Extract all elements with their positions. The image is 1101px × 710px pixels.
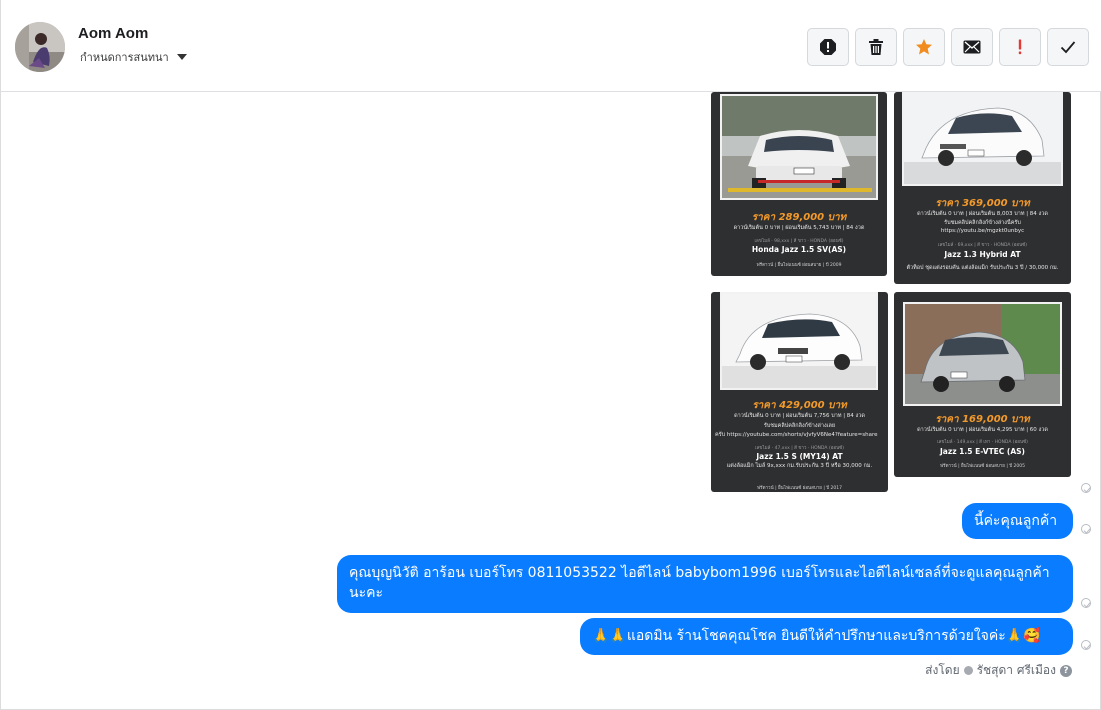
read-receipt-icon (1081, 598, 1091, 608)
car-footer: ฟรีดาวน์ | ยื่นไฟแนนซ์ ผ่อนสบาย | ปี 201… (756, 486, 843, 491)
car-photo (720, 292, 878, 390)
car-tags: เลขไมล์ · 98,xxx | สี ขาว · HONDA (ออนซ์… (754, 239, 844, 244)
read-receipt-icon (1081, 483, 1091, 493)
clip-link[interactable]: https://youtu.be/mgzkt0unbyc (898, 228, 1067, 234)
car-footer: ฟรีดาวน์ | ยื่นไฟแนนซ์ ผ่อนสบาย | ปี 200… (756, 263, 842, 268)
car-tags: เลขไมล์ · 47,xxx | สี ขาว · HONDA (ออนซ์… (754, 446, 844, 451)
alert-icon (820, 39, 836, 55)
car-model: Jazz 1.3 Hybrid AT (944, 250, 1021, 259)
mark-done-button[interactable] (1047, 28, 1089, 66)
car-model: Honda Jazz 1.5 SV(AS) (751, 245, 847, 254)
car-listing-card[interactable]: ราคา 369,000 บาท ดาวน์เริ่มต้น 0 บาท | ผ… (894, 92, 1071, 284)
car-price: ราคา 369,000 บาท (935, 198, 1030, 209)
clip-note: รับชมคลิปคลิกลิงก์ข้างล่างเลย (763, 423, 836, 429)
finance-terms: ดาวน์เริ่มต้น 0 บาท | ผ่อนเริ่มต้น 7,756… (734, 413, 865, 419)
message-text: นี้ค่ะคุณลูกค้า (974, 513, 1058, 529)
star-button[interactable] (903, 28, 945, 66)
mark-important-button[interactable] (999, 28, 1041, 66)
mark-spam-button[interactable] (807, 28, 849, 66)
trash-icon (869, 39, 883, 55)
car-footer: ฟรีดาวน์ | ยื่นไฟแนนซ์ ผ่อนสบาย | ปี 200… (939, 464, 1026, 469)
car-tags: เลขไมล์ · 69,xxx | สี ขาว · HONDA (ออนซ์… (937, 243, 1027, 248)
clip-note: รับชมคลิปคลิกลิงก์ข้างล่างนี้ครับ (944, 220, 1021, 226)
conversation-window: Aom Aom กำหนดการสนทนา ราคา 289,000 บาท ด… (0, 0, 1101, 710)
car-note: ตัวท็อป ชุดแต่งรอบคัน แต่งล้อแม็ก รับประ… (906, 265, 1059, 271)
sent-by-info: ส่งโดย รัชสุดา ศรีเมือง ? (925, 661, 1072, 680)
contact-name: Aom Aom (78, 25, 149, 42)
message-text: 🙏🙏แอดมิน ร้านโชคคุณโชค ยินดีให้คำปรึกษาแ… (592, 628, 1041, 644)
car-photo (903, 302, 1062, 406)
envelope-icon (963, 40, 981, 54)
car-tags: เลขไมล์ · 149,xxx | สี เทา · HONDA (ออนซ… (937, 440, 1028, 445)
sent-by-label: ส่งโดย (925, 663, 960, 677)
message-bubble[interactable]: 🙏🙏แอดมิน ร้านโชคคุณโชค ยินดีให้คำปรึกษาแ… (580, 618, 1073, 655)
car-note: แต่งล้อแม็ก ไมล์ 9x,xxx กม.รับประกัน 3 ป… (726, 463, 873, 469)
message-thread: ราคา 289,000 บาท ดาวน์เริ่มต้น 0 บาท | ผ… (1, 92, 1101, 710)
conversation-status-label: กำหนดการสนทนา (80, 51, 169, 64)
car-model: Jazz 1.5 E-VTEC (AS) (939, 447, 1025, 456)
car-photo (720, 94, 878, 200)
car-price: ราคา 289,000 บาท (751, 212, 847, 223)
check-icon (1060, 41, 1076, 54)
avatar[interactable] (15, 22, 65, 72)
delete-button[interactable] (855, 28, 897, 66)
message-bubble[interactable]: คุณบุญนิวัติ อาร้อน เบอร์โทร 0811053522 … (337, 555, 1073, 613)
exclamation-icon (1018, 39, 1022, 55)
conversation-header: Aom Aom กำหนดการสนทนา (1, 0, 1101, 92)
car-price: ราคา 429,000 บาท (752, 400, 847, 411)
finance-terms: ดาวน์เริ่มต้น 0 บาท | ผ่อนเริ่มต้น 5,743… (733, 225, 865, 231)
clip-link[interactable]: ครับ https://youtube.com/shorts/vJvfyV6N… (715, 431, 884, 439)
car-listing-card[interactable]: ราคา 289,000 บาท ดาวน์เริ่มต้น 0 บาท | ผ… (711, 92, 887, 276)
agent-name: รัชสุดา ศรีเมือง (976, 663, 1056, 677)
message-text: คุณบุญนิวัติ อาร้อน เบอร์โทร 0811053522 … (349, 565, 1050, 601)
read-receipt-icon (1081, 640, 1091, 650)
car-listing-card[interactable]: ราคา 169,000 บาท ดาวน์เริ่มต้น 0 บาท | ผ… (894, 292, 1071, 477)
finance-terms: ดาวน์เริ่มต้น 0 บาท | ผ่อนเริ่มต้น 8,003… (917, 211, 1048, 217)
header-actions (807, 28, 1089, 66)
car-price: ราคา 169,000 บาท (935, 414, 1030, 425)
car-listing-card[interactable]: ราคา 429,000 บาท ดาวน์เริ่มต้น 0 บาท | ผ… (711, 292, 888, 492)
agent-avatar-icon (963, 666, 973, 675)
conversation-status-dropdown[interactable]: กำหนดการสนทนา (80, 48, 187, 66)
finance-terms: ดาวน์เริ่มต้น 0 บาท | ผ่อนเริ่มต้น 4,295… (917, 427, 1048, 433)
help-icon[interactable]: ? (1060, 664, 1072, 677)
read-receipt-icon (1081, 524, 1091, 534)
car-model: Jazz 1.5 S (MY14) AT (756, 452, 843, 461)
caret-down-icon (176, 54, 187, 60)
message-bubble[interactable]: นี้ค่ะคุณลูกค้า (962, 503, 1073, 539)
mark-unread-button[interactable] (951, 28, 993, 66)
car-photo (902, 92, 1063, 186)
star-icon (916, 39, 932, 55)
